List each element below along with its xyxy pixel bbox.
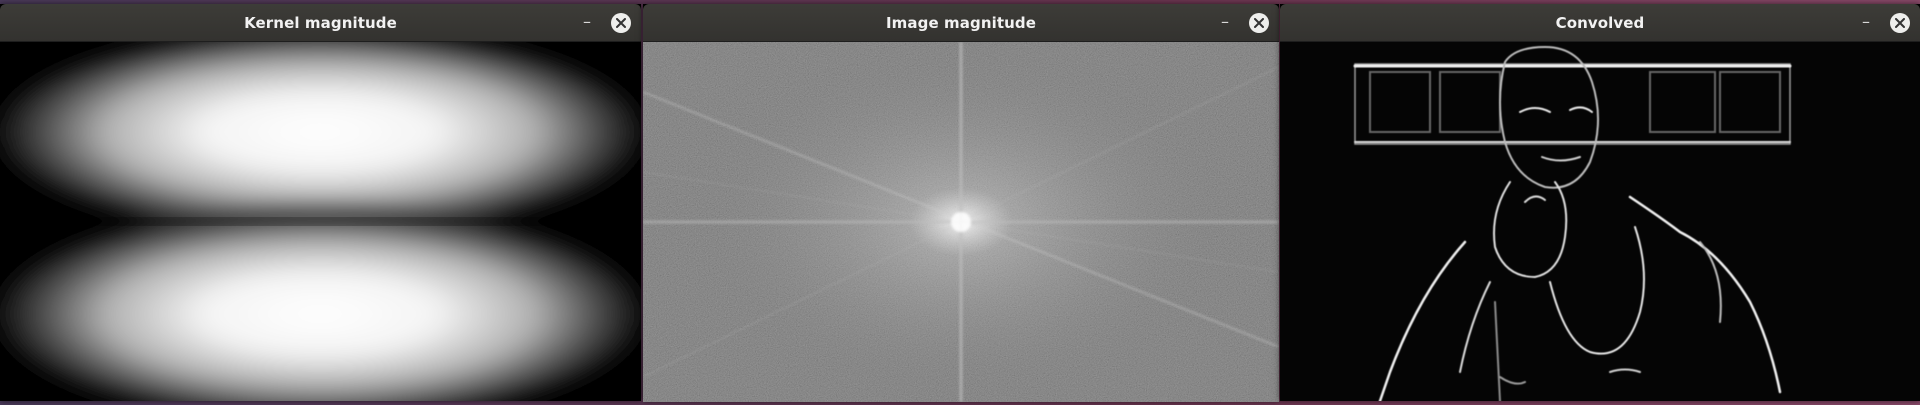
close-button[interactable] [1249, 13, 1269, 33]
fft-magnitude-image [643, 42, 1279, 402]
window-kernel-magnitude[interactable]: Kernel magnitude – [0, 4, 641, 401]
window-image-magnitude[interactable]: Image magnitude – [643, 4, 1279, 402]
titlebar[interactable]: Kernel magnitude – [0, 4, 641, 42]
minimize-icon: – [1221, 12, 1229, 31]
close-button[interactable] [611, 13, 631, 33]
titlebar[interactable]: Convolved – [1280, 4, 1920, 42]
close-button[interactable] [1890, 13, 1910, 33]
close-icon [616, 18, 626, 28]
titlebar[interactable]: Image magnitude – [643, 4, 1279, 42]
window-title: Convolved [1555, 13, 1645, 32]
minimize-icon: – [583, 12, 591, 31]
window-title: Kernel magnitude [244, 13, 397, 32]
minimize-button[interactable]: – [1856, 13, 1876, 33]
kernel-magnitude-image [0, 42, 641, 401]
minimize-button[interactable]: – [577, 13, 597, 33]
convolved-edge-image [1280, 42, 1920, 401]
minimize-button[interactable]: – [1215, 13, 1235, 33]
minimize-icon: – [1862, 12, 1870, 31]
close-icon [1895, 18, 1905, 28]
window-title: Image magnitude [885, 13, 1037, 32]
desktop: Kernel magnitude – Image magnitude – Con… [0, 0, 1920, 405]
window-convolved[interactable]: Convolved – [1280, 4, 1920, 401]
close-icon [1254, 18, 1264, 28]
